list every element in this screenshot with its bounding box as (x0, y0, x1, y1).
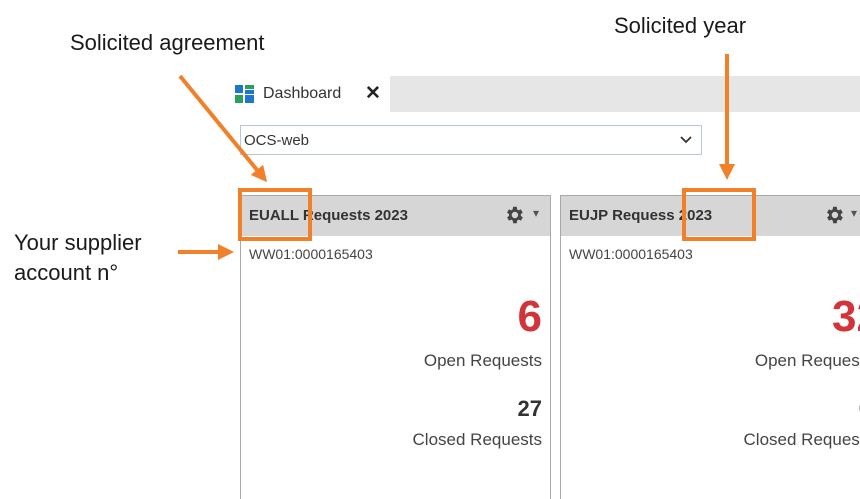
agreement-highlight-box (238, 188, 312, 241)
annotation-solicited-agreement: Solicited agreement (70, 30, 265, 55)
annotation-supplier-account-line1: Your supplier (14, 230, 142, 255)
caret-down-icon[interactable]: ▾ (533, 206, 539, 220)
chevron-down-icon[interactable] (679, 132, 693, 146)
caret-down-icon[interactable]: ▾ (851, 206, 857, 220)
supplier-account-number: WW01:0000165403 (569, 246, 693, 262)
closed-requests-label: Closed Requests (412, 430, 542, 449)
gear-icon[interactable] (823, 204, 845, 226)
supplier-account-number: WW01:0000165403 (249, 246, 373, 262)
gear-icon[interactable] (503, 204, 525, 226)
tab-dashboard[interactable]: Dashboard ✕ (230, 76, 390, 112)
annotation-solicited-year: Solicited year (614, 13, 747, 38)
closed-requests-label: Closed Requests (743, 430, 860, 449)
widget-title-prefix: EUJP Reques (569, 207, 667, 224)
close-icon[interactable]: ✕ (365, 82, 381, 105)
open-requests-count[interactable]: 32 (832, 292, 860, 342)
tab-label: Dashboard (263, 85, 342, 102)
year-highlight-box (682, 188, 756, 241)
open-requests-label: Open Requests (423, 351, 542, 370)
dashboard-tiles-icon (235, 84, 255, 104)
widget-title-rest: Requests 2023 (298, 207, 408, 224)
tab-strip: Dashboard ✕ (230, 76, 860, 112)
open-requests-count[interactable]: 6 (518, 292, 542, 342)
select-value: OCS-web (244, 132, 310, 149)
annotation-supplier-account-line2: account n° (14, 260, 119, 285)
agreement-select[interactable]: OCS-web (240, 125, 702, 155)
open-requests-label: Open Requests (754, 351, 860, 370)
closed-requests-count[interactable]: 27 (518, 396, 542, 422)
